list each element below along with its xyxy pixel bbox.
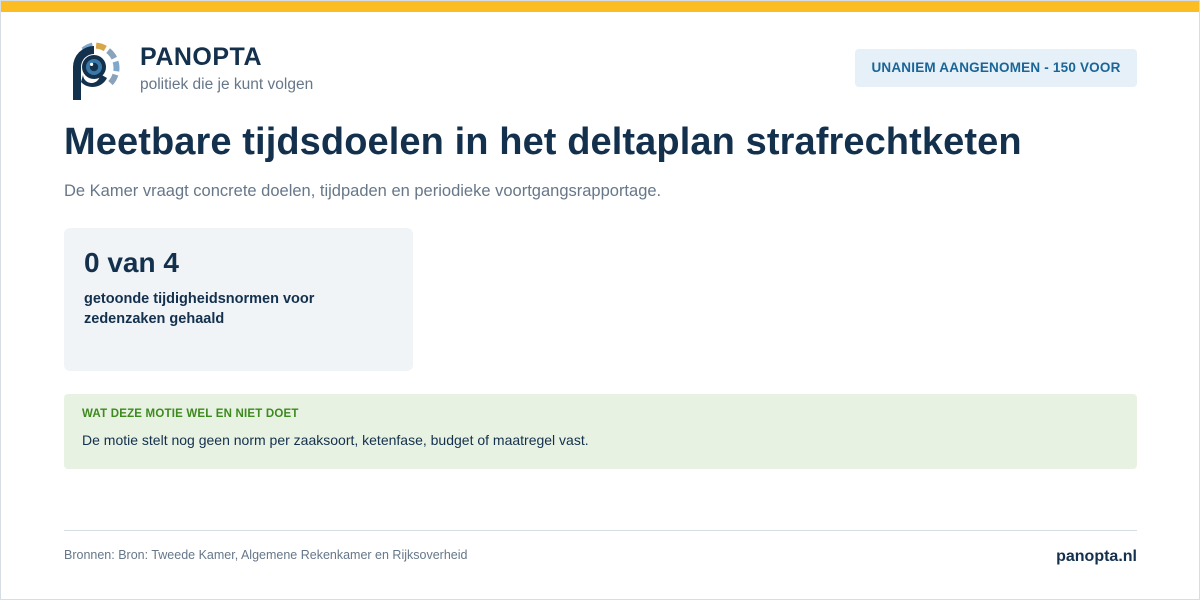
stat-label: getoonde tijdigheidsnormen voor zedenzak… <box>84 291 315 327</box>
motion-scope-info-box: WAT DEZE MOTIE WEL EN NIET DOET De motie… <box>64 394 1137 469</box>
footer-divider <box>64 530 1137 531</box>
accent-top-bar <box>1 1 1199 12</box>
sources-text: Bronnen: Bron: Tweede Kamer, Algemene Re… <box>64 548 468 562</box>
vote-status-badge: UNANIEM AANGENOMEN - 150 VOOR <box>855 49 1137 87</box>
share-card: PANOPTA politiek die je kunt volgen UNAN… <box>0 0 1200 600</box>
site-link[interactable]: panopta.nl <box>1056 548 1137 566</box>
brand-tagline: politiek die je kunt volgen <box>140 76 314 93</box>
motion-summary: De Kamer vraagt concrete doelen, tijdpad… <box>64 182 662 200</box>
stat-value: 0 van 4 <box>84 247 179 278</box>
stat-card: 0 van 4 getoonde tijdigheidsnormen voor … <box>64 228 413 371</box>
info-heading: WAT DEZE MOTIE WEL EN NIET DOET <box>82 408 299 420</box>
panopta-eye-logo-icon <box>73 42 120 100</box>
brand-name: PANOPTA <box>140 43 263 71</box>
motion-title: Meetbare tijdsdoelen in het deltaplan st… <box>64 121 1022 163</box>
info-text: De motie stelt nog geen norm per zaaksoo… <box>82 432 589 448</box>
